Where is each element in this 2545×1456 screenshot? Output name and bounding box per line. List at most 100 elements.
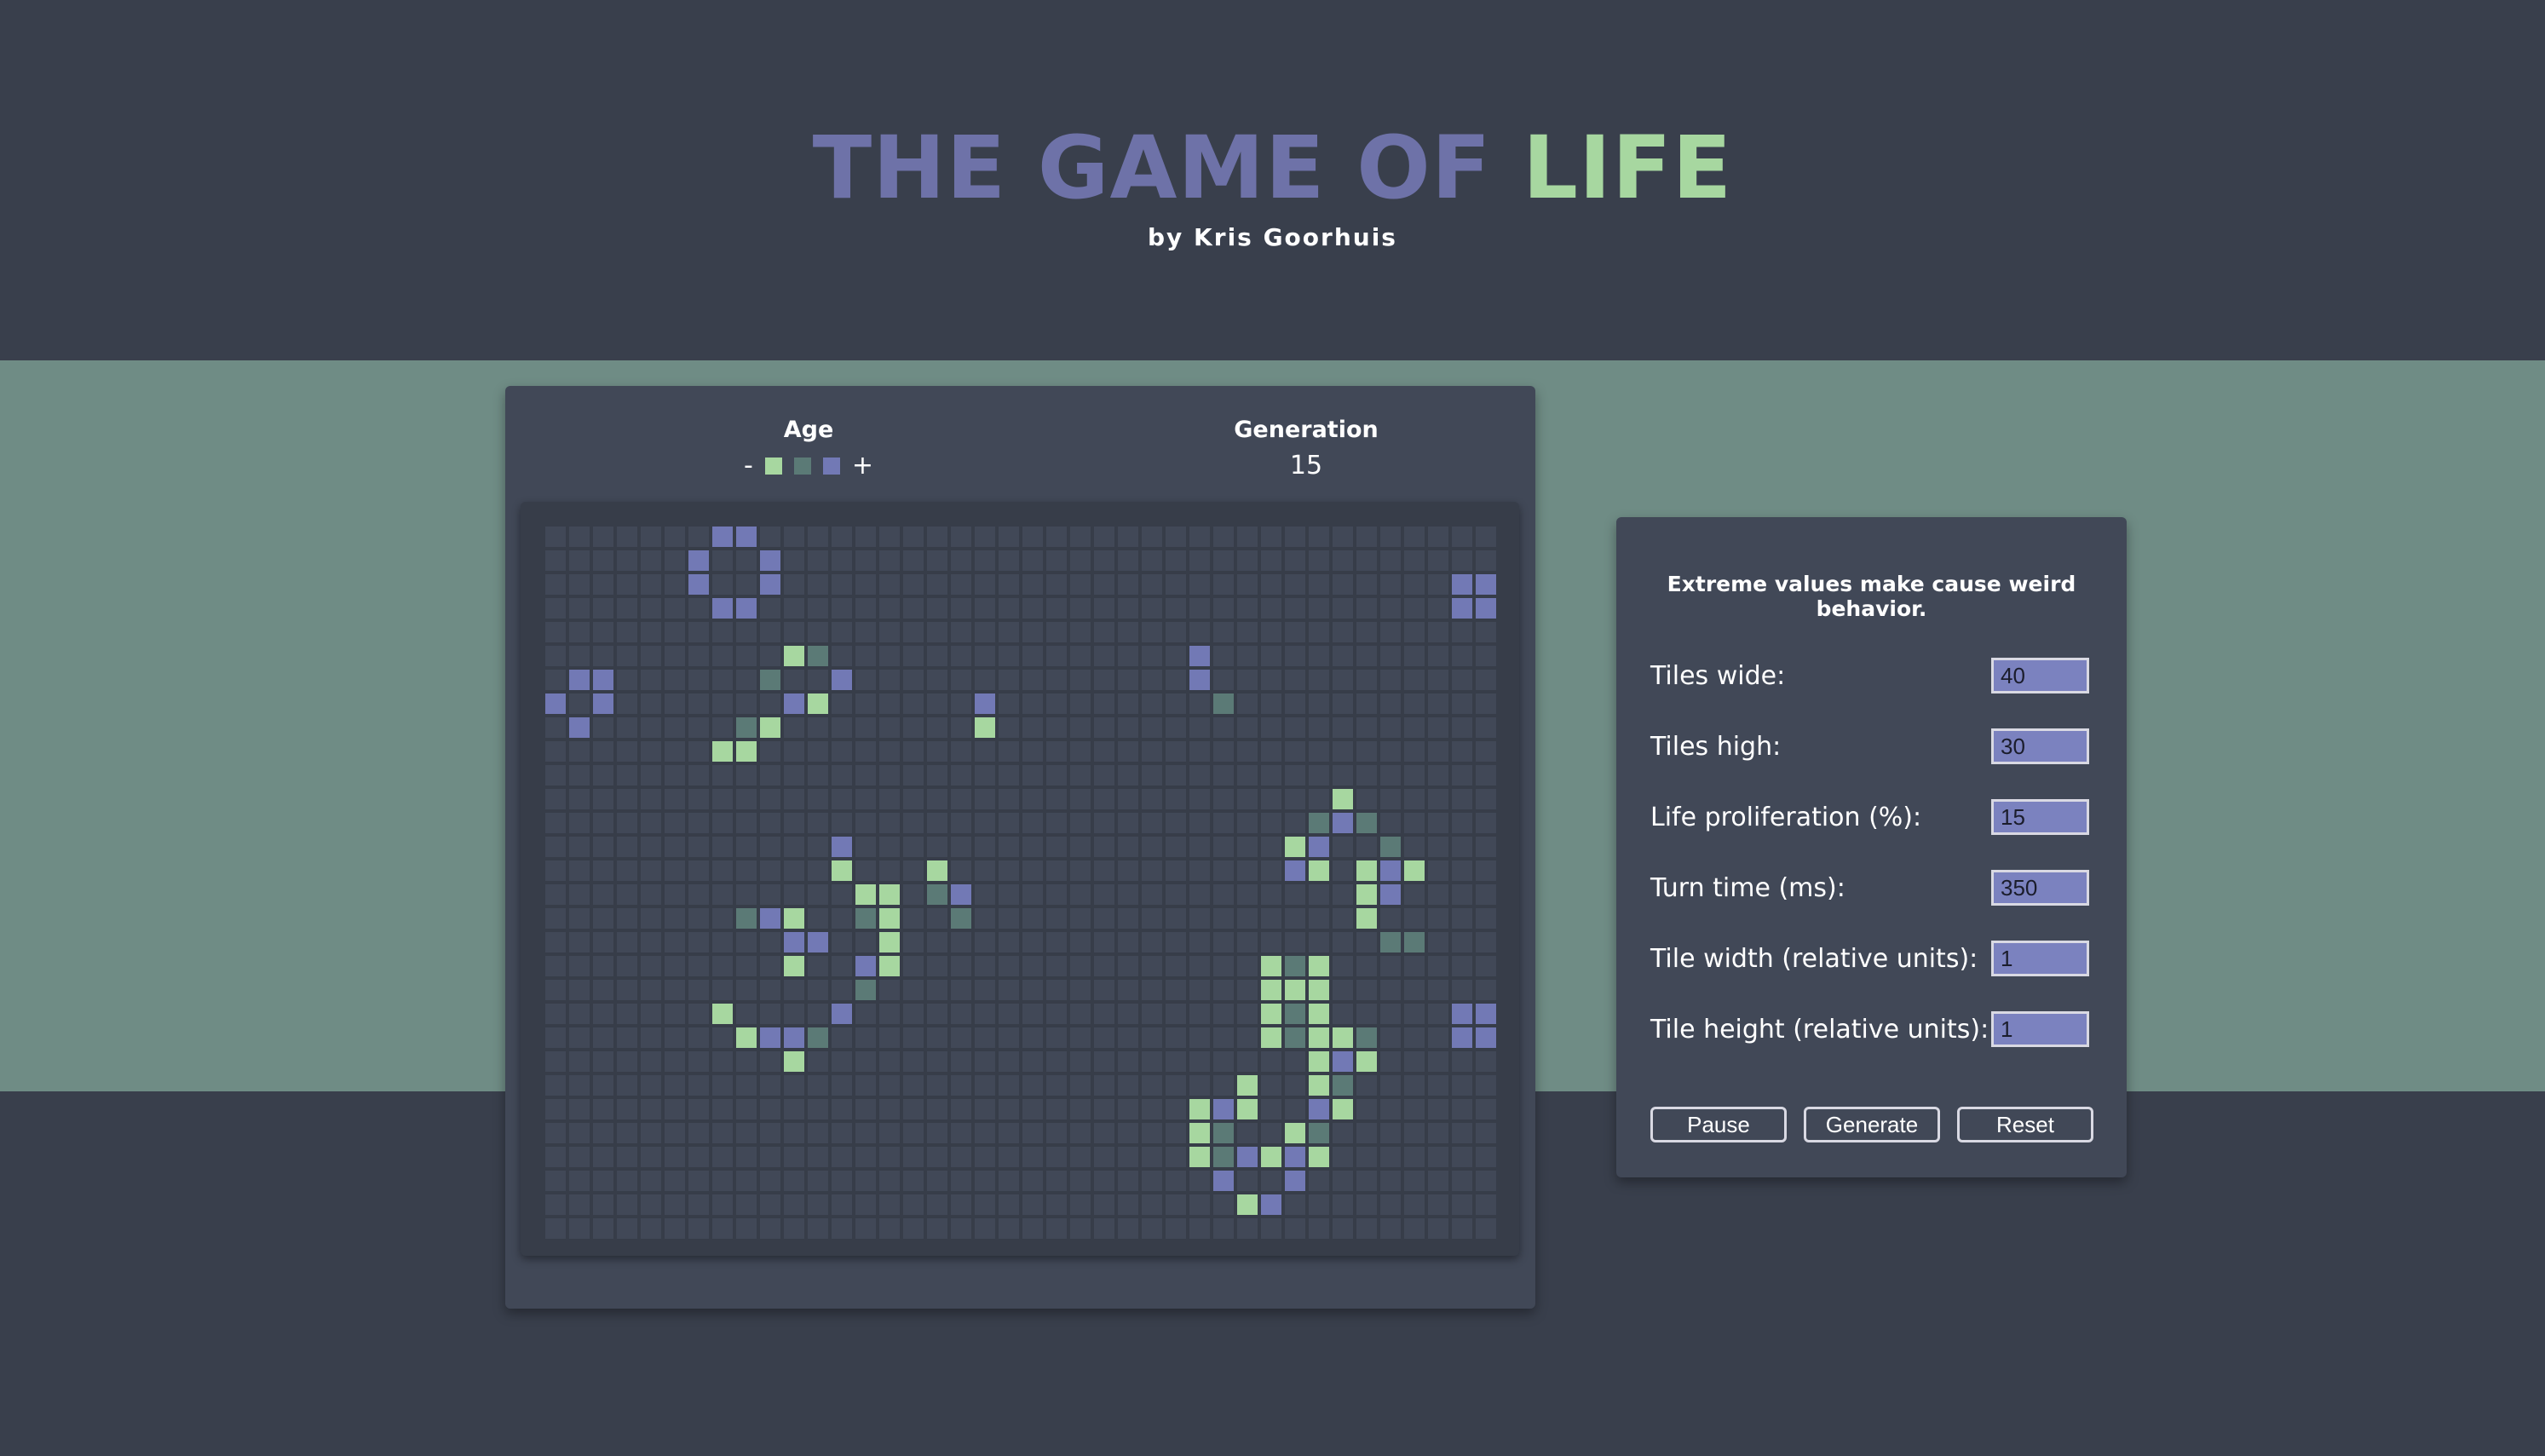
- empty-cell[interactable]: [997, 692, 1021, 716]
- empty-cell[interactable]: [1283, 668, 1307, 692]
- empty-cell[interactable]: [997, 1169, 1021, 1193]
- empty-cell[interactable]: [1164, 763, 1188, 787]
- empty-cell[interactable]: [1426, 859, 1450, 883]
- empty-cell[interactable]: [1021, 1073, 1045, 1097]
- empty-cell[interactable]: [1355, 620, 1379, 644]
- empty-cell[interactable]: [758, 692, 782, 716]
- empty-cell[interactable]: [1092, 620, 1116, 644]
- empty-cell[interactable]: [878, 835, 901, 859]
- live-cell-young[interactable]: [782, 644, 806, 668]
- empty-cell[interactable]: [925, 978, 949, 1002]
- empty-cell[interactable]: [1188, 1026, 1212, 1050]
- empty-cell[interactable]: [1402, 1193, 1426, 1217]
- empty-cell[interactable]: [567, 620, 591, 644]
- life-board[interactable]: [544, 525, 1498, 1240]
- empty-cell[interactable]: [1021, 1169, 1045, 1193]
- empty-cell[interactable]: [1331, 1121, 1355, 1145]
- empty-cell[interactable]: [1355, 596, 1379, 620]
- empty-cell[interactable]: [1355, 573, 1379, 596]
- empty-cell[interactable]: [1426, 930, 1450, 954]
- empty-cell[interactable]: [1402, 1097, 1426, 1121]
- live-cell-young[interactable]: [1283, 1121, 1307, 1145]
- empty-cell[interactable]: [1021, 573, 1045, 596]
- empty-cell[interactable]: [973, 954, 997, 978]
- empty-cell[interactable]: [1426, 1121, 1450, 1145]
- tiles-high-input[interactable]: [1991, 728, 2089, 764]
- empty-cell[interactable]: [782, 740, 806, 763]
- empty-cell[interactable]: [1116, 930, 1140, 954]
- empty-cell[interactable]: [1092, 596, 1116, 620]
- live-cell-old[interactable]: [687, 549, 711, 573]
- empty-cell[interactable]: [591, 811, 615, 835]
- empty-cell[interactable]: [1331, 573, 1355, 596]
- empty-cell[interactable]: [544, 1169, 567, 1193]
- empty-cell[interactable]: [663, 644, 687, 668]
- empty-cell[interactable]: [1092, 1026, 1116, 1050]
- empty-cell[interactable]: [1164, 573, 1188, 596]
- empty-cell[interactable]: [878, 668, 901, 692]
- empty-cell[interactable]: [973, 740, 997, 763]
- empty-cell[interactable]: [687, 525, 711, 549]
- empty-cell[interactable]: [639, 716, 663, 740]
- live-cell-young[interactable]: [734, 740, 758, 763]
- live-cell-young[interactable]: [1188, 1097, 1212, 1121]
- empty-cell[interactable]: [1045, 811, 1068, 835]
- empty-cell[interactable]: [1045, 1121, 1068, 1145]
- live-cell-young[interactable]: [1235, 1073, 1259, 1097]
- empty-cell[interactable]: [806, 787, 830, 811]
- empty-cell[interactable]: [544, 763, 567, 787]
- empty-cell[interactable]: [1426, 596, 1450, 620]
- empty-cell[interactable]: [687, 1073, 711, 1097]
- empty-cell[interactable]: [1116, 573, 1140, 596]
- empty-cell[interactable]: [1450, 1217, 1474, 1240]
- empty-cell[interactable]: [878, 716, 901, 740]
- empty-cell[interactable]: [1259, 763, 1283, 787]
- empty-cell[interactable]: [1450, 1097, 1474, 1121]
- live-cell-young[interactable]: [1235, 1193, 1259, 1217]
- empty-cell[interactable]: [1092, 835, 1116, 859]
- empty-cell[interactable]: [1283, 906, 1307, 930]
- empty-cell[interactable]: [1235, 525, 1259, 549]
- empty-cell[interactable]: [878, 1145, 901, 1169]
- empty-cell[interactable]: [1474, 883, 1498, 906]
- empty-cell[interactable]: [1450, 644, 1474, 668]
- empty-cell[interactable]: [1379, 525, 1402, 549]
- live-cell-old[interactable]: [1188, 668, 1212, 692]
- empty-cell[interactable]: [1307, 692, 1331, 716]
- empty-cell[interactable]: [1474, 1121, 1498, 1145]
- empty-cell[interactable]: [1164, 644, 1188, 668]
- live-cell-old[interactable]: [758, 573, 782, 596]
- empty-cell[interactable]: [1426, 573, 1450, 596]
- empty-cell[interactable]: [1140, 596, 1164, 620]
- empty-cell[interactable]: [901, 573, 925, 596]
- empty-cell[interactable]: [1068, 1121, 1092, 1145]
- empty-cell[interactable]: [615, 835, 639, 859]
- empty-cell[interactable]: [663, 549, 687, 573]
- empty-cell[interactable]: [1140, 549, 1164, 573]
- empty-cell[interactable]: [1259, 525, 1283, 549]
- empty-cell[interactable]: [925, 787, 949, 811]
- empty-cell[interactable]: [1402, 787, 1426, 811]
- empty-cell[interactable]: [615, 787, 639, 811]
- empty-cell[interactable]: [1474, 763, 1498, 787]
- empty-cell[interactable]: [567, 1217, 591, 1240]
- empty-cell[interactable]: [1307, 883, 1331, 906]
- empty-cell[interactable]: [878, 1217, 901, 1240]
- empty-cell[interactable]: [663, 1097, 687, 1121]
- empty-cell[interactable]: [615, 740, 639, 763]
- empty-cell[interactable]: [711, 1217, 734, 1240]
- empty-cell[interactable]: [854, 763, 878, 787]
- live-cell-young[interactable]: [878, 906, 901, 930]
- empty-cell[interactable]: [1045, 859, 1068, 883]
- empty-cell[interactable]: [1379, 1097, 1402, 1121]
- empty-cell[interactable]: [1212, 1050, 1235, 1073]
- empty-cell[interactable]: [591, 525, 615, 549]
- empty-cell[interactable]: [854, 1097, 878, 1121]
- empty-cell[interactable]: [997, 549, 1021, 573]
- empty-cell[interactable]: [782, 811, 806, 835]
- empty-cell[interactable]: [854, 1193, 878, 1217]
- empty-cell[interactable]: [1212, 740, 1235, 763]
- empty-cell[interactable]: [1450, 1073, 1474, 1097]
- empty-cell[interactable]: [1092, 811, 1116, 835]
- live-cell-mid[interactable]: [854, 906, 878, 930]
